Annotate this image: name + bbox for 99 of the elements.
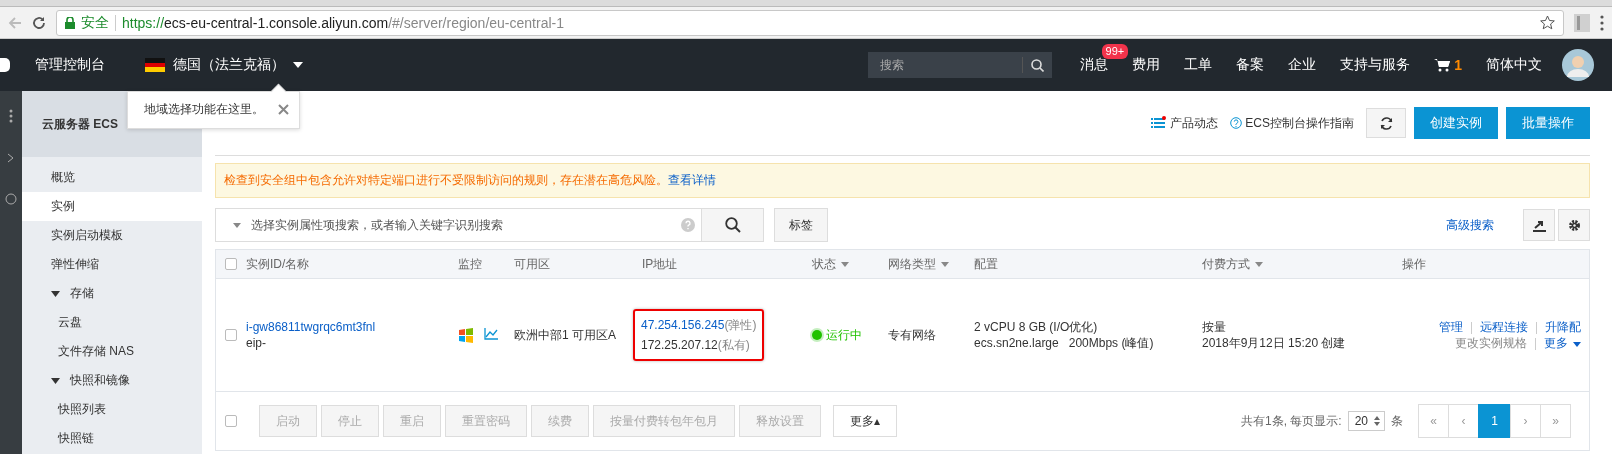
sidebar-item[interactable]: 快照和镜像	[22, 366, 202, 395]
table-cell-text: 专有网络	[888, 326, 937, 344]
settings-button[interactable]	[1558, 209, 1590, 241]
caret-icon	[1573, 342, 1581, 347]
line-chart-icon[interactable]	[484, 327, 498, 340]
sidebar-item[interactable]: 文件存储 NAS	[22, 337, 202, 366]
logo-icon[interactable]	[0, 58, 10, 72]
alert-message: 检查到安全组中包含允许对特定端口进行不受限制访问的规则，存在潜在高危风险。查看详情	[215, 163, 1590, 198]
settings-icon	[1567, 218, 1581, 232]
table-cell-text: 欧洲中部1 可用区A	[514, 326, 617, 344]
column-header: 实例ID/名称	[246, 255, 310, 273]
page-button[interactable]: 1	[1478, 404, 1511, 438]
sidebar-item[interactable]: 快照列表	[22, 395, 202, 424]
action-link[interactable]: 升降配	[1545, 320, 1581, 334]
config-text: 2 vCPU 8 GB (I/O优化)	[974, 319, 1099, 335]
cart-icon	[1434, 58, 1451, 72]
flag-icon	[145, 58, 165, 72]
lock-icon	[65, 16, 75, 29]
action-link[interactable]: 管理	[1439, 320, 1463, 334]
instance-name: eip-	[246, 335, 267, 351]
circle-icon[interactable]	[5, 193, 17, 205]
cart-link[interactable]: 1	[1422, 57, 1474, 73]
language-selector[interactable]: 简体中文	[1474, 56, 1554, 74]
search-icon[interactable]	[1031, 58, 1045, 72]
sidebar-item[interactable]: 概览	[22, 163, 202, 192]
details-link[interactable]: 查看详情	[668, 173, 716, 187]
primary-button[interactable]: 批量操作	[1506, 107, 1590, 139]
address-bar[interactable]: 安全 https://ecs-eu-central-1.console.aliyun.com/#/server/region/eu-central-1	[56, 9, 1564, 36]
extension-icon[interactable]	[1574, 13, 1590, 32]
avatar-icon[interactable]	[1562, 49, 1594, 81]
billing-text: 按量	[1202, 319, 1227, 335]
primary-button[interactable]: 创建实例	[1414, 107, 1498, 139]
sidebar-item[interactable]: 存储	[22, 279, 202, 308]
advanced-search-link[interactable]: 高级搜索	[1446, 216, 1494, 234]
action-link[interactable]: 远程连接	[1480, 320, 1528, 334]
checkbox[interactable]	[225, 258, 237, 270]
export-button[interactable]	[1523, 209, 1555, 241]
status-dot	[812, 330, 822, 340]
caret-icon	[51, 377, 60, 384]
caret-icon	[293, 62, 303, 68]
reload-icon[interactable]	[32, 15, 46, 30]
column-header[interactable]: 付费方式	[1202, 255, 1263, 273]
grid-icon[interactable]	[9, 109, 13, 123]
public-ip-link[interactable]: 47.254.156.245	[641, 318, 725, 332]
nav-link[interactable]: 备案	[1224, 56, 1277, 74]
search-field[interactable]: 搜索	[868, 52, 1053, 78]
column-header: 监控	[458, 255, 482, 273]
export-icon	[1532, 218, 1546, 232]
checkbox[interactable]	[225, 415, 237, 427]
refresh-icon	[1379, 116, 1393, 130]
ip-tag: (私有)	[717, 338, 750, 352]
sidebar-item[interactable]: 弹性伸缩	[22, 250, 202, 279]
instance-link[interactable]: i-gw86811twgrqc6mt3fnl	[246, 319, 474, 335]
search-field[interactable]: 选择实例属性项搜索，或者输入关键字识别搜索	[215, 208, 702, 242]
spinner-icon	[1374, 416, 1380, 426]
four-pane-icon	[458, 327, 474, 343]
nav-link[interactable]: 费用	[1120, 56, 1173, 74]
total-text: 共有1条, 每页显示:	[1240, 412, 1342, 430]
sidebar-item[interactable]: 云盘	[22, 308, 202, 337]
region-selector[interactable]: 德国（法兰克福）	[145, 52, 303, 78]
caret-icon	[51, 290, 60, 297]
page-size-select[interactable]: 20	[1347, 411, 1385, 431]
action-link[interactable]: 更多	[1544, 336, 1581, 350]
column-header: 操作	[1402, 255, 1427, 273]
column-header: 配置	[974, 255, 998, 273]
column-header: 可用区	[514, 255, 550, 273]
menu-icon[interactable]	[1600, 14, 1604, 31]
sidebar-item[interactable]: 实例启动模板	[22, 221, 202, 250]
unit-text: 条	[1391, 412, 1403, 430]
status-text: 运行中	[826, 326, 862, 344]
search-icon	[724, 217, 741, 233]
refresh-button[interactable]	[1366, 108, 1406, 138]
close-icon[interactable]	[278, 104, 289, 115]
created-text: 2018年9月12日 15:20 创建	[1202, 335, 1347, 351]
star-icon[interactable]	[1540, 15, 1555, 30]
nav-link[interactable]: 工单	[1172, 56, 1225, 74]
action-button[interactable]: 更多▴	[833, 405, 898, 437]
console-link[interactable]: 管理控制台	[35, 56, 105, 74]
nav-link[interactable]: 消息	[1068, 56, 1121, 74]
caret-icon	[233, 222, 241, 228]
column-header[interactable]: 网络类型	[888, 255, 949, 273]
chevron-icon[interactable]	[7, 153, 15, 163]
private-ip: 172.25.207.12	[641, 338, 718, 352]
header-link[interactable]: 产品动态	[1151, 114, 1219, 132]
sidebar-item[interactable]: 实例	[22, 192, 202, 221]
nav-link[interactable]: 支持与服务	[1328, 56, 1423, 74]
ip-tag: (弹性)	[724, 318, 757, 332]
help-icon	[681, 218, 695, 232]
sidebar-item[interactable]: 快照链	[22, 424, 202, 453]
checkbox[interactable]	[225, 329, 237, 341]
column-header: IP地址	[642, 255, 678, 273]
search-button[interactable]	[702, 208, 764, 242]
tag-button[interactable]: 标签	[774, 208, 828, 242]
nav-link[interactable]: 企业	[1276, 56, 1329, 74]
header-link[interactable]: ECS控制台操作指南	[1230, 114, 1354, 132]
help-icon	[1230, 117, 1243, 129]
config-text: ecs.sn2ne.large 200Mbps (峰值)	[974, 335, 1155, 351]
column-header[interactable]: 状态	[812, 255, 849, 273]
count-badge: 99+	[1101, 44, 1129, 59]
